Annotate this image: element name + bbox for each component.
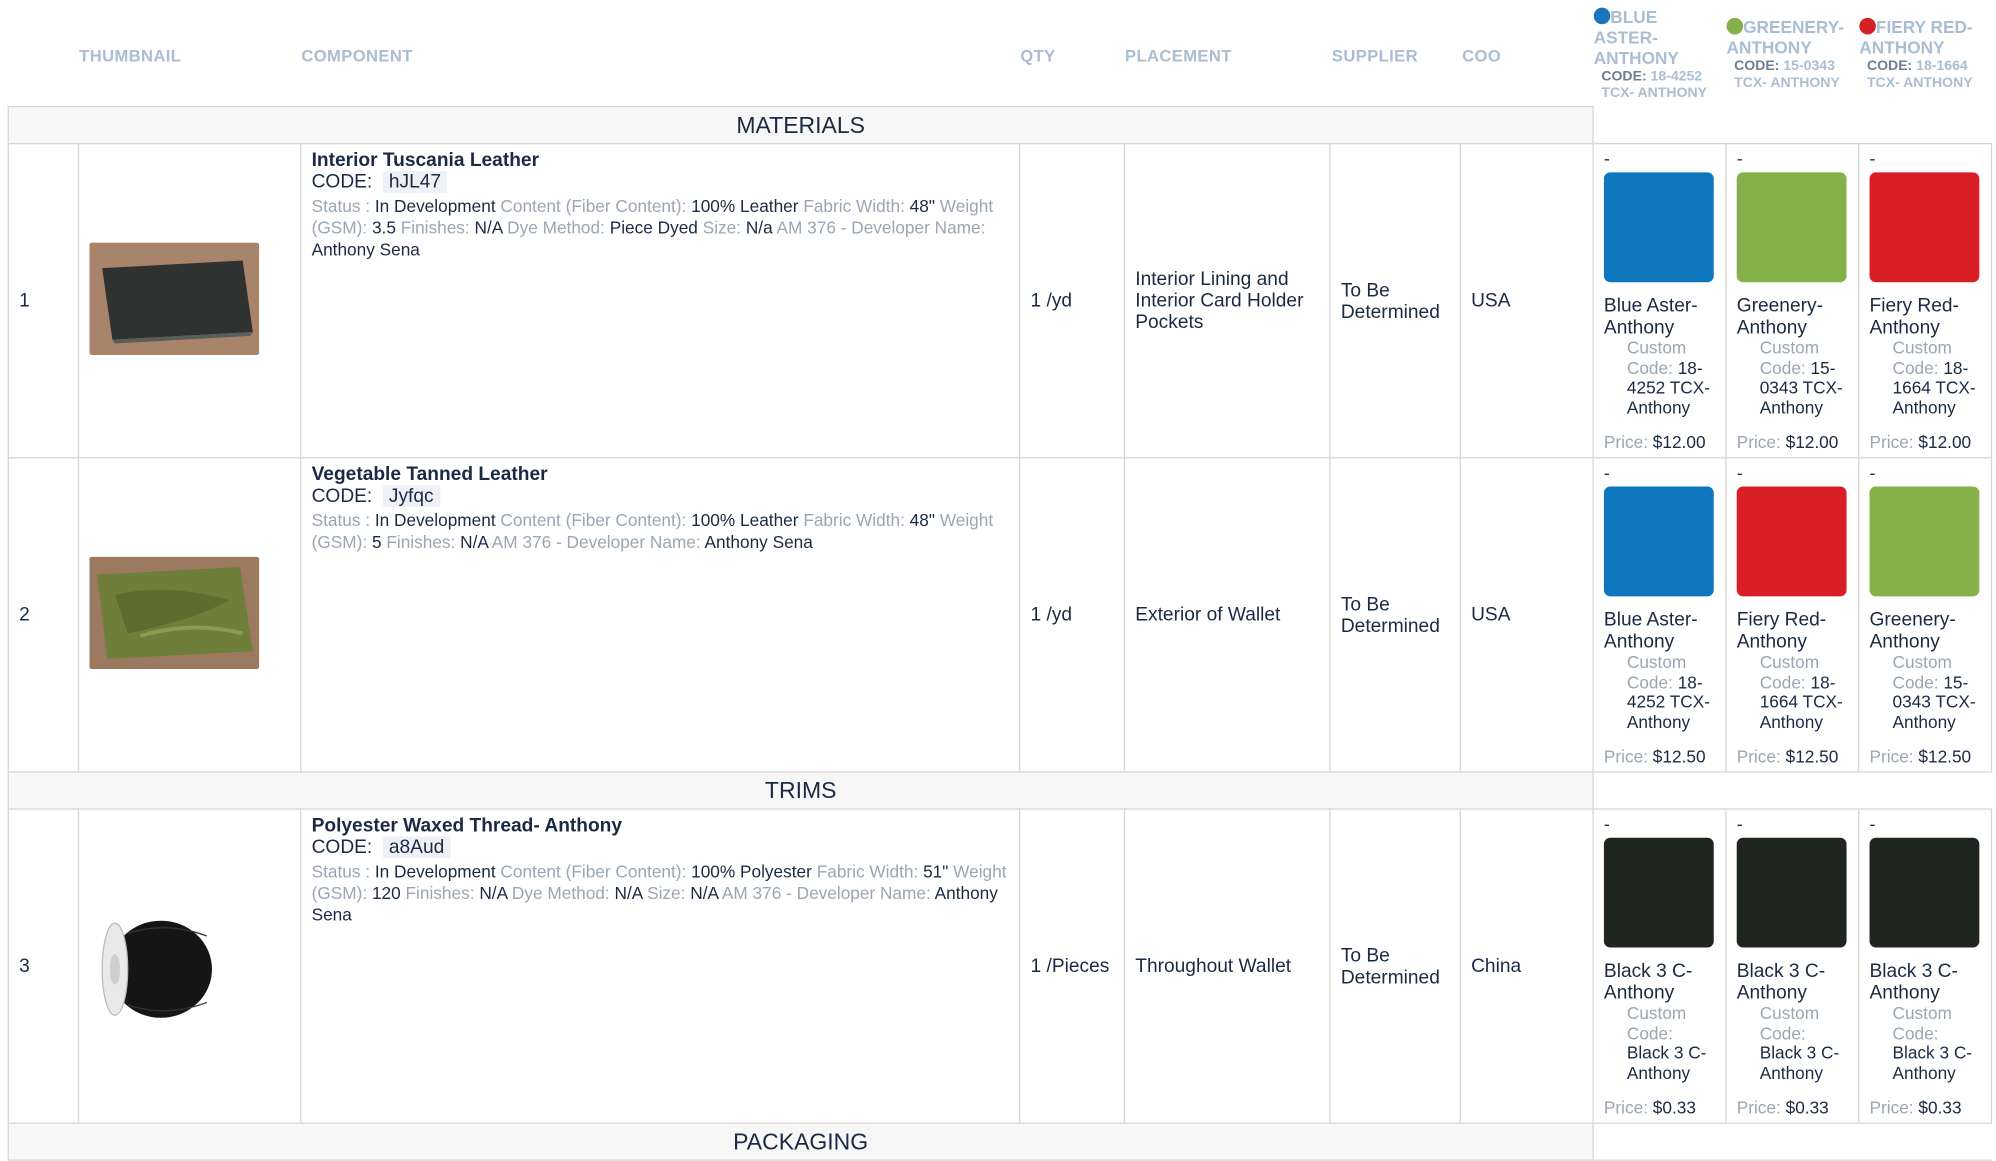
supplier-cell: To Be Determined	[1329, 808, 1461, 1124]
row-number: 2	[7, 457, 80, 773]
row-number: 1	[7, 143, 80, 459]
color-swatch	[1736, 172, 1847, 283]
component-cell: Vegetable Tanned Leather CODE: Jyfqc Stat…	[300, 457, 1021, 773]
color-price: Price: $12.50	[1603, 747, 1706, 767]
table-row[interactable]: 1 Interior Tuscania Leather CODE: hJL47 S…	[7, 143, 1993, 459]
qty-cell: 1 /Pieces	[1019, 808, 1126, 1124]
qty-cell: 1 /yd	[1019, 457, 1126, 773]
colorway-dot-icon	[1859, 17, 1876, 35]
color-swatch	[1603, 172, 1714, 283]
color-name: Black 3 C-Anthony	[1736, 960, 1826, 1004]
color-name: Black 3 C-Anthony	[1603, 960, 1693, 1004]
colorway-dot-icon	[1726, 17, 1744, 35]
colorway-cell[interactable]: - Blue Aster-Anthony Custom Code: 18-425…	[1592, 457, 1727, 773]
section-title: TRIMS	[7, 771, 1594, 810]
colorway-header-greenery: GREENERY-ANTHONY CODE: 15-0343 TCX- ANTH…	[1726, 17, 1845, 91]
header-component: COMPONENT	[301, 45, 413, 66]
component-code: Jyfqc	[382, 485, 440, 507]
bom-table: MATERIALS 1 Interior Tuscania Leather CO…	[7, 105, 1993, 1161]
table-header: THUMBNAIL COMPONENT QTY PLACEMENT SUPPLI…	[0, 0, 1996, 107]
thread-spool-thumbnail-image[interactable]	[89, 907, 260, 1020]
color-name: Fiery Red-Anthony	[1869, 294, 1959, 339]
colorway-cell[interactable]: - Fiery Red-Anthony Custom Code: 18-1664…	[1725, 457, 1860, 773]
color-swatch	[1736, 486, 1847, 597]
colorway-cell[interactable]: - Fiery Red-Anthony Custom Code: 18-1664…	[1858, 143, 1993, 459]
colorway-header-fiery-red: FIERY RED-ANTHONY CODE: 18-1664 TCX- ANT…	[1859, 17, 1973, 91]
section-materials: MATERIALS	[7, 105, 1992, 145]
colorway-cell[interactable]: - Black 3 C-Anthony Custom Code: Black 3…	[1725, 808, 1860, 1124]
color-name: Blue Aster-Anthony	[1603, 609, 1698, 653]
color-name: Black 3 C-Anthony	[1869, 960, 1958, 1004]
component-name[interactable]: Interior Tuscania Leather	[312, 149, 1009, 171]
placement-cell: Interior Lining and Interior Card Holder…	[1123, 143, 1331, 459]
thumbnail-cell	[77, 808, 302, 1124]
header-placement: PLACEMENT	[1125, 45, 1232, 66]
component-code: a8Aud	[382, 836, 451, 859]
color-price: Price: $12.50	[1869, 747, 1972, 767]
color-price: Price: $12.50	[1736, 747, 1839, 767]
component-details: Status : In Development Content (Fiber C…	[311, 861, 1007, 925]
color-price: Price: $12.00	[1869, 432, 1972, 453]
section-title: PACKAGING	[7, 1122, 1594, 1161]
header-thumbnail: THUMBNAIL	[79, 45, 182, 66]
component-code: hJL47	[382, 171, 448, 193]
color-swatch	[1603, 837, 1714, 948]
table-row[interactable]: 2 Vegetable Tanned Leather CODE: Jyfqc St…	[7, 457, 1993, 773]
color-swatch	[1869, 486, 1980, 597]
color-price: Price: $0.33	[1869, 1098, 1962, 1118]
thumbnail-cell	[77, 457, 302, 773]
component-name[interactable]: Vegetable Tanned Leather	[312, 464, 1009, 486]
color-name: Blue Aster-Anthony	[1603, 294, 1698, 339]
leather-thumbnail-image[interactable]	[89, 556, 260, 669]
color-swatch	[1736, 837, 1847, 948]
thumbnail-cell	[77, 143, 302, 459]
placement-cell: Exterior of Wallet	[1123, 457, 1331, 773]
component-details: Status : In Development Content (Fiber C…	[311, 510, 994, 552]
header-coo: COO	[1462, 45, 1502, 66]
section-title: MATERIALS	[7, 105, 1594, 145]
colorway-header-blue-aster: BLUE ASTER-ANTHONY CODE: 18-4252 TCX- AN…	[1593, 7, 1707, 101]
color-price: Price: $0.33	[1736, 1098, 1829, 1118]
color-swatch	[1603, 486, 1714, 597]
table-row[interactable]: 3 Polyester Waxed Thread- Anthony CODE: a…	[7, 808, 1993, 1124]
colorway-cell[interactable]: - Black 3 C-Anthony Custom Code: Black 3…	[1858, 808, 1993, 1124]
colorway-cell[interactable]: - Blue Aster-Anthony Custom Code: 18-425…	[1592, 143, 1727, 459]
color-swatch	[1869, 172, 1980, 283]
coo-cell: USA	[1459, 143, 1594, 459]
color-price: Price: $12.00	[1603, 432, 1706, 453]
color-name: Greenery-Anthony	[1736, 294, 1823, 339]
color-swatch	[1869, 837, 1980, 948]
color-name: Greenery-Anthony	[1869, 609, 1956, 653]
row-number: 3	[7, 808, 80, 1124]
coo-cell: USA	[1459, 457, 1594, 773]
coo-cell: China	[1459, 808, 1594, 1124]
section-trims: TRIMS	[7, 771, 1992, 810]
component-cell: Interior Tuscania Leather CODE: hJL47 Sta…	[300, 143, 1021, 459]
color-price: Price: $0.33	[1603, 1098, 1696, 1118]
supplier-cell: To Be Determined	[1329, 457, 1461, 773]
leather-thumbnail-image[interactable]	[89, 241, 260, 355]
colorway-dot-icon	[1593, 7, 1611, 25]
header-qty: QTY	[1020, 45, 1056, 66]
component-cell: Polyester Waxed Thread- Anthony CODE: a8A…	[300, 808, 1021, 1124]
section-packaging: PACKAGING	[7, 1122, 1992, 1161]
component-name[interactable]: Polyester Waxed Thread- Anthony	[312, 815, 1009, 837]
colorway-cell[interactable]: - Greenery-Anthony Custom Code: 15-0343 …	[1725, 143, 1860, 459]
supplier-cell: To Be Determined	[1329, 143, 1461, 459]
colorway-cell[interactable]: - Black 3 C-Anthony Custom Code: Black 3…	[1592, 808, 1727, 1124]
header-supplier: SUPPLIER	[1331, 45, 1419, 66]
placement-cell: Throughout Wallet	[1123, 808, 1331, 1124]
qty-cell: 1 /yd	[1019, 143, 1126, 459]
color-name: Fiery Red-Anthony	[1736, 609, 1827, 653]
colorway-cell[interactable]: - Greenery-Anthony Custom Code: 15-0343 …	[1858, 457, 1993, 773]
component-details: Status : In Development Content (Fiber C…	[311, 196, 994, 260]
color-price: Price: $12.00	[1736, 432, 1839, 453]
